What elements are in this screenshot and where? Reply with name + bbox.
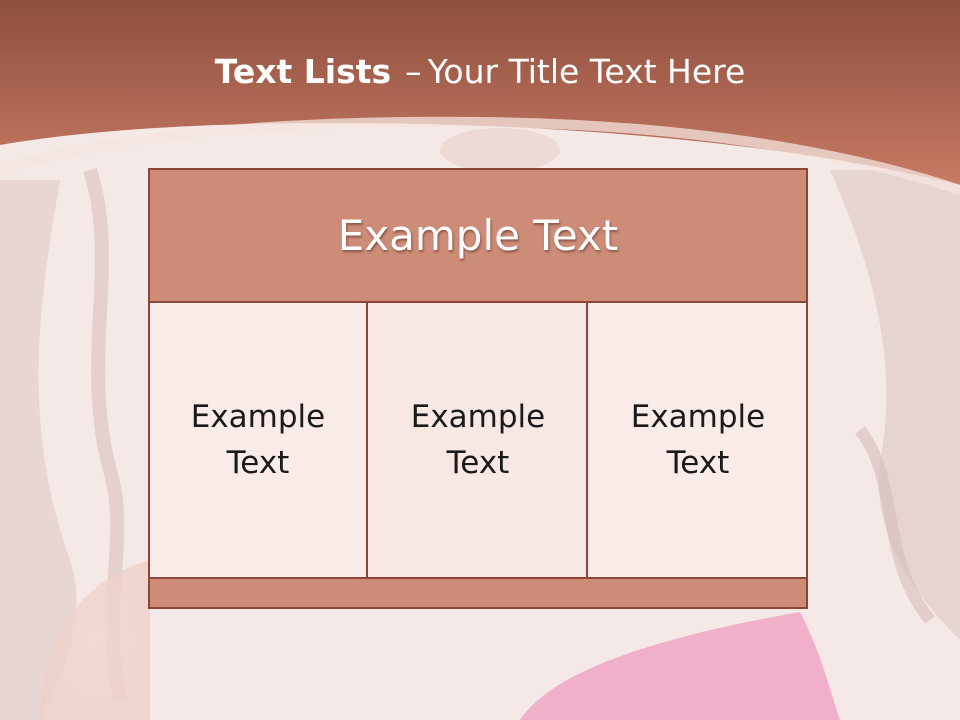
title-dash: –	[405, 52, 422, 91]
column-3-line-2: Text	[666, 445, 730, 481]
text-list-table: Example Text Example Text Example Text E…	[148, 168, 808, 609]
column-2-line-2: Text	[446, 445, 510, 481]
column-1-line-1: Example	[190, 399, 326, 435]
table-column-1: Example Text	[150, 303, 368, 577]
column-1-line-2: Text	[226, 445, 290, 481]
table-column-3: Example Text	[590, 303, 806, 577]
title-subtitle: Your Title Text Here	[427, 52, 746, 91]
slide-title: Text Lists – Your Title Text Here	[0, 52, 960, 91]
table-footer-bar	[150, 577, 806, 607]
column-2-line-1: Example	[410, 399, 546, 435]
title-bold: Text Lists	[214, 52, 392, 91]
table-column-2: Example Text	[370, 303, 588, 577]
slide: Text Lists – Your Title Text Here Example …	[0, 0, 960, 720]
column-3-line-1: Example	[630, 399, 766, 435]
table-header: Example Text	[150, 170, 806, 303]
